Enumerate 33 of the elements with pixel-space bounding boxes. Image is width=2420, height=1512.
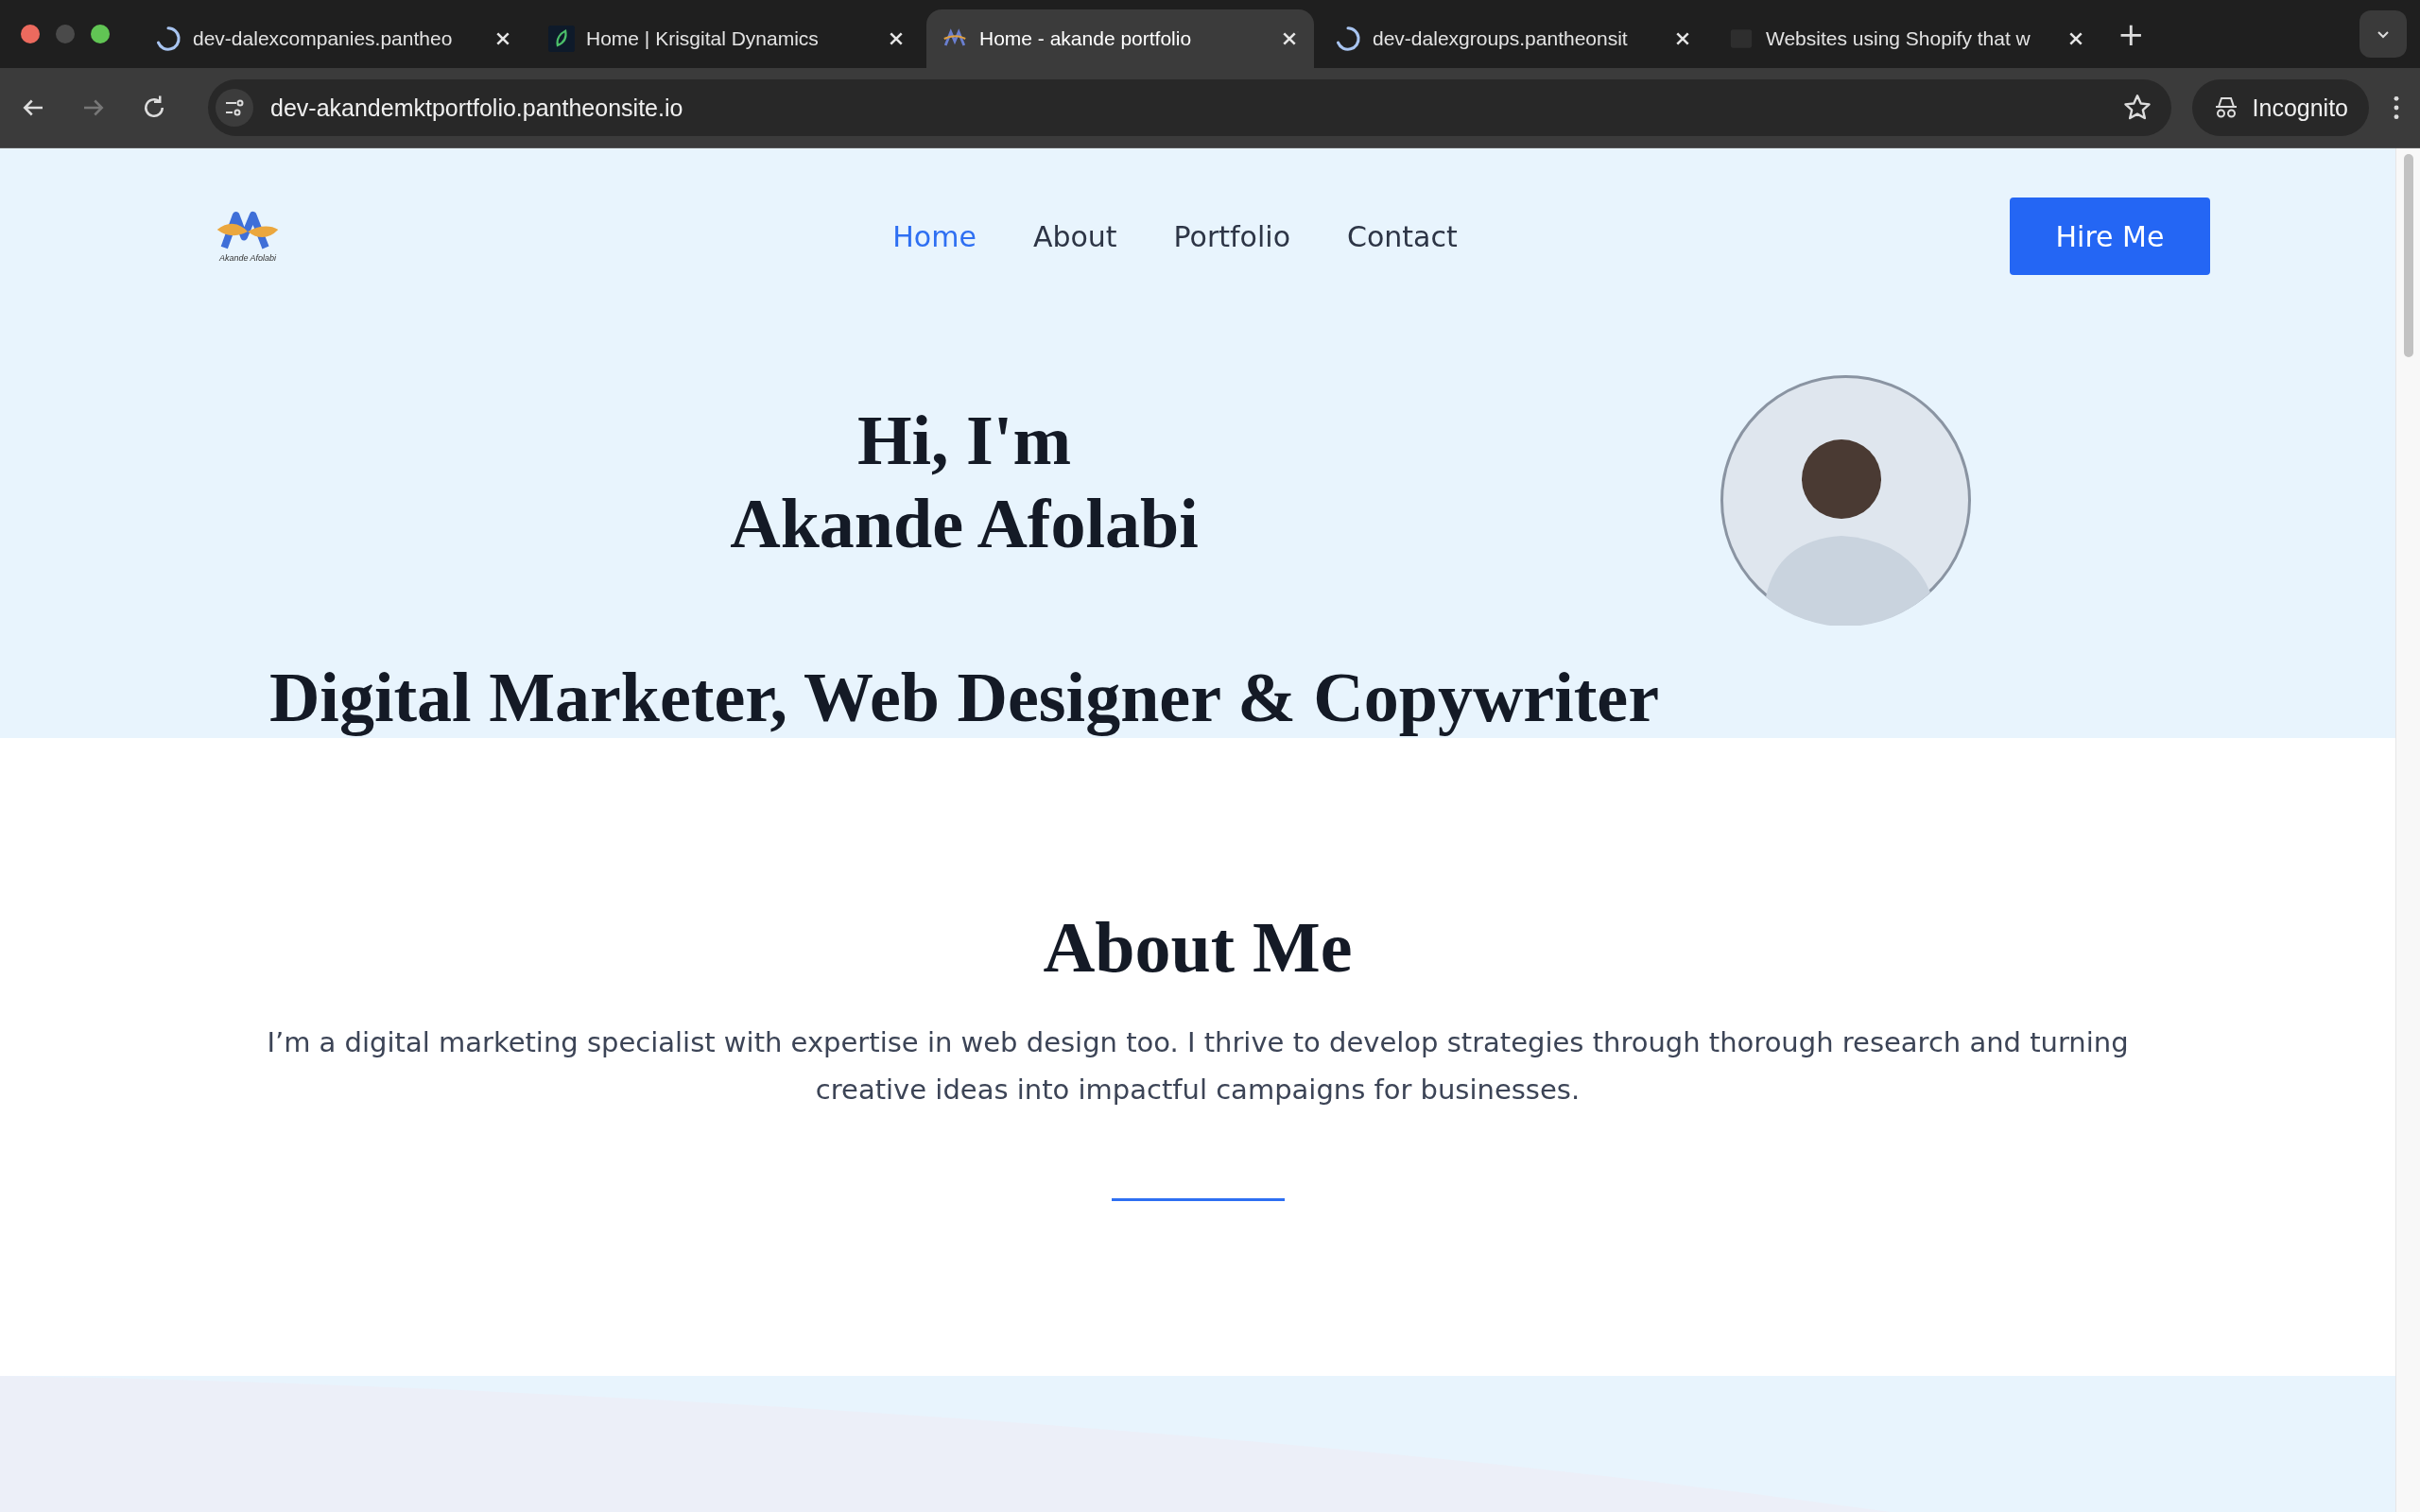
- nav-link[interactable]: Portfolio: [1173, 219, 1290, 253]
- nav-link[interactable]: Contact: [1347, 219, 1458, 253]
- logo-text: Akande Afolabi: [218, 253, 277, 263]
- leaf-icon: [548, 26, 575, 52]
- browser-tab[interactable]: Home - akande portfolio: [926, 9, 1314, 68]
- scrollbar[interactable]: [2395, 148, 2420, 1512]
- loading-spinner-icon: [1335, 26, 1361, 52]
- hire-me-button[interactable]: Hire Me: [2010, 198, 2210, 275]
- tab-title: Home | Krisgital Dynamics: [586, 27, 820, 50]
- nav-link[interactable]: Home: [892, 219, 977, 253]
- tab-title: dev-dalexcompanies.pantheo: [193, 27, 454, 50]
- tab-title: Websites using Shopify that w: [1766, 27, 2031, 50]
- browser-tab[interactable]: Home | Krisgital Dynamics: [533, 9, 921, 68]
- hero-greeting: Hi, I'm: [856, 400, 1072, 481]
- nav-link[interactable]: About: [1032, 219, 1117, 253]
- address-bar[interactable]: dev-akandemktportfolio.pantheonsite.io: [208, 79, 2171, 136]
- loading-spinner-icon: [155, 26, 182, 52]
- maximize-window-button[interactable]: [91, 25, 110, 43]
- browser-tab[interactable]: dev-dalexcompanies.pantheo: [140, 9, 527, 68]
- section-heading: About Me: [1043, 906, 1353, 988]
- menu-icon[interactable]: [2392, 94, 2401, 122]
- site-settings-icon[interactable]: [216, 89, 253, 127]
- new-tab-button[interactable]: +: [2106, 15, 2156, 53]
- incognito-button[interactable]: Incognito: [2191, 79, 2369, 136]
- hero-tagline: Digital Marketer, Web Designer & Copywriter: [268, 658, 1661, 738]
- browser-tab[interactable]: dev-dalexgroups.pantheonsit: [1320, 9, 1707, 68]
- tab-title: dev-dalexgroups.pantheonsit: [1373, 27, 1629, 50]
- about-paragraph: I’m a digital marketing specialist with expertise in web design too. I thrive to develop strategies through thorough research and turning creative ideas into impactful campaigns for businesses.: [266, 1025, 2130, 1108]
- close-window-button[interactable]: [21, 25, 40, 43]
- browser-tab[interactable]: Websites using Shopify that w: [1713, 9, 2100, 68]
- hero-name: Akande Afolabi: [730, 483, 1199, 564]
- url-text: dev-akandemktportfolio.pantheonsite.io: [270, 94, 683, 122]
- tab-title: Home - akande portfolio: [979, 27, 1193, 50]
